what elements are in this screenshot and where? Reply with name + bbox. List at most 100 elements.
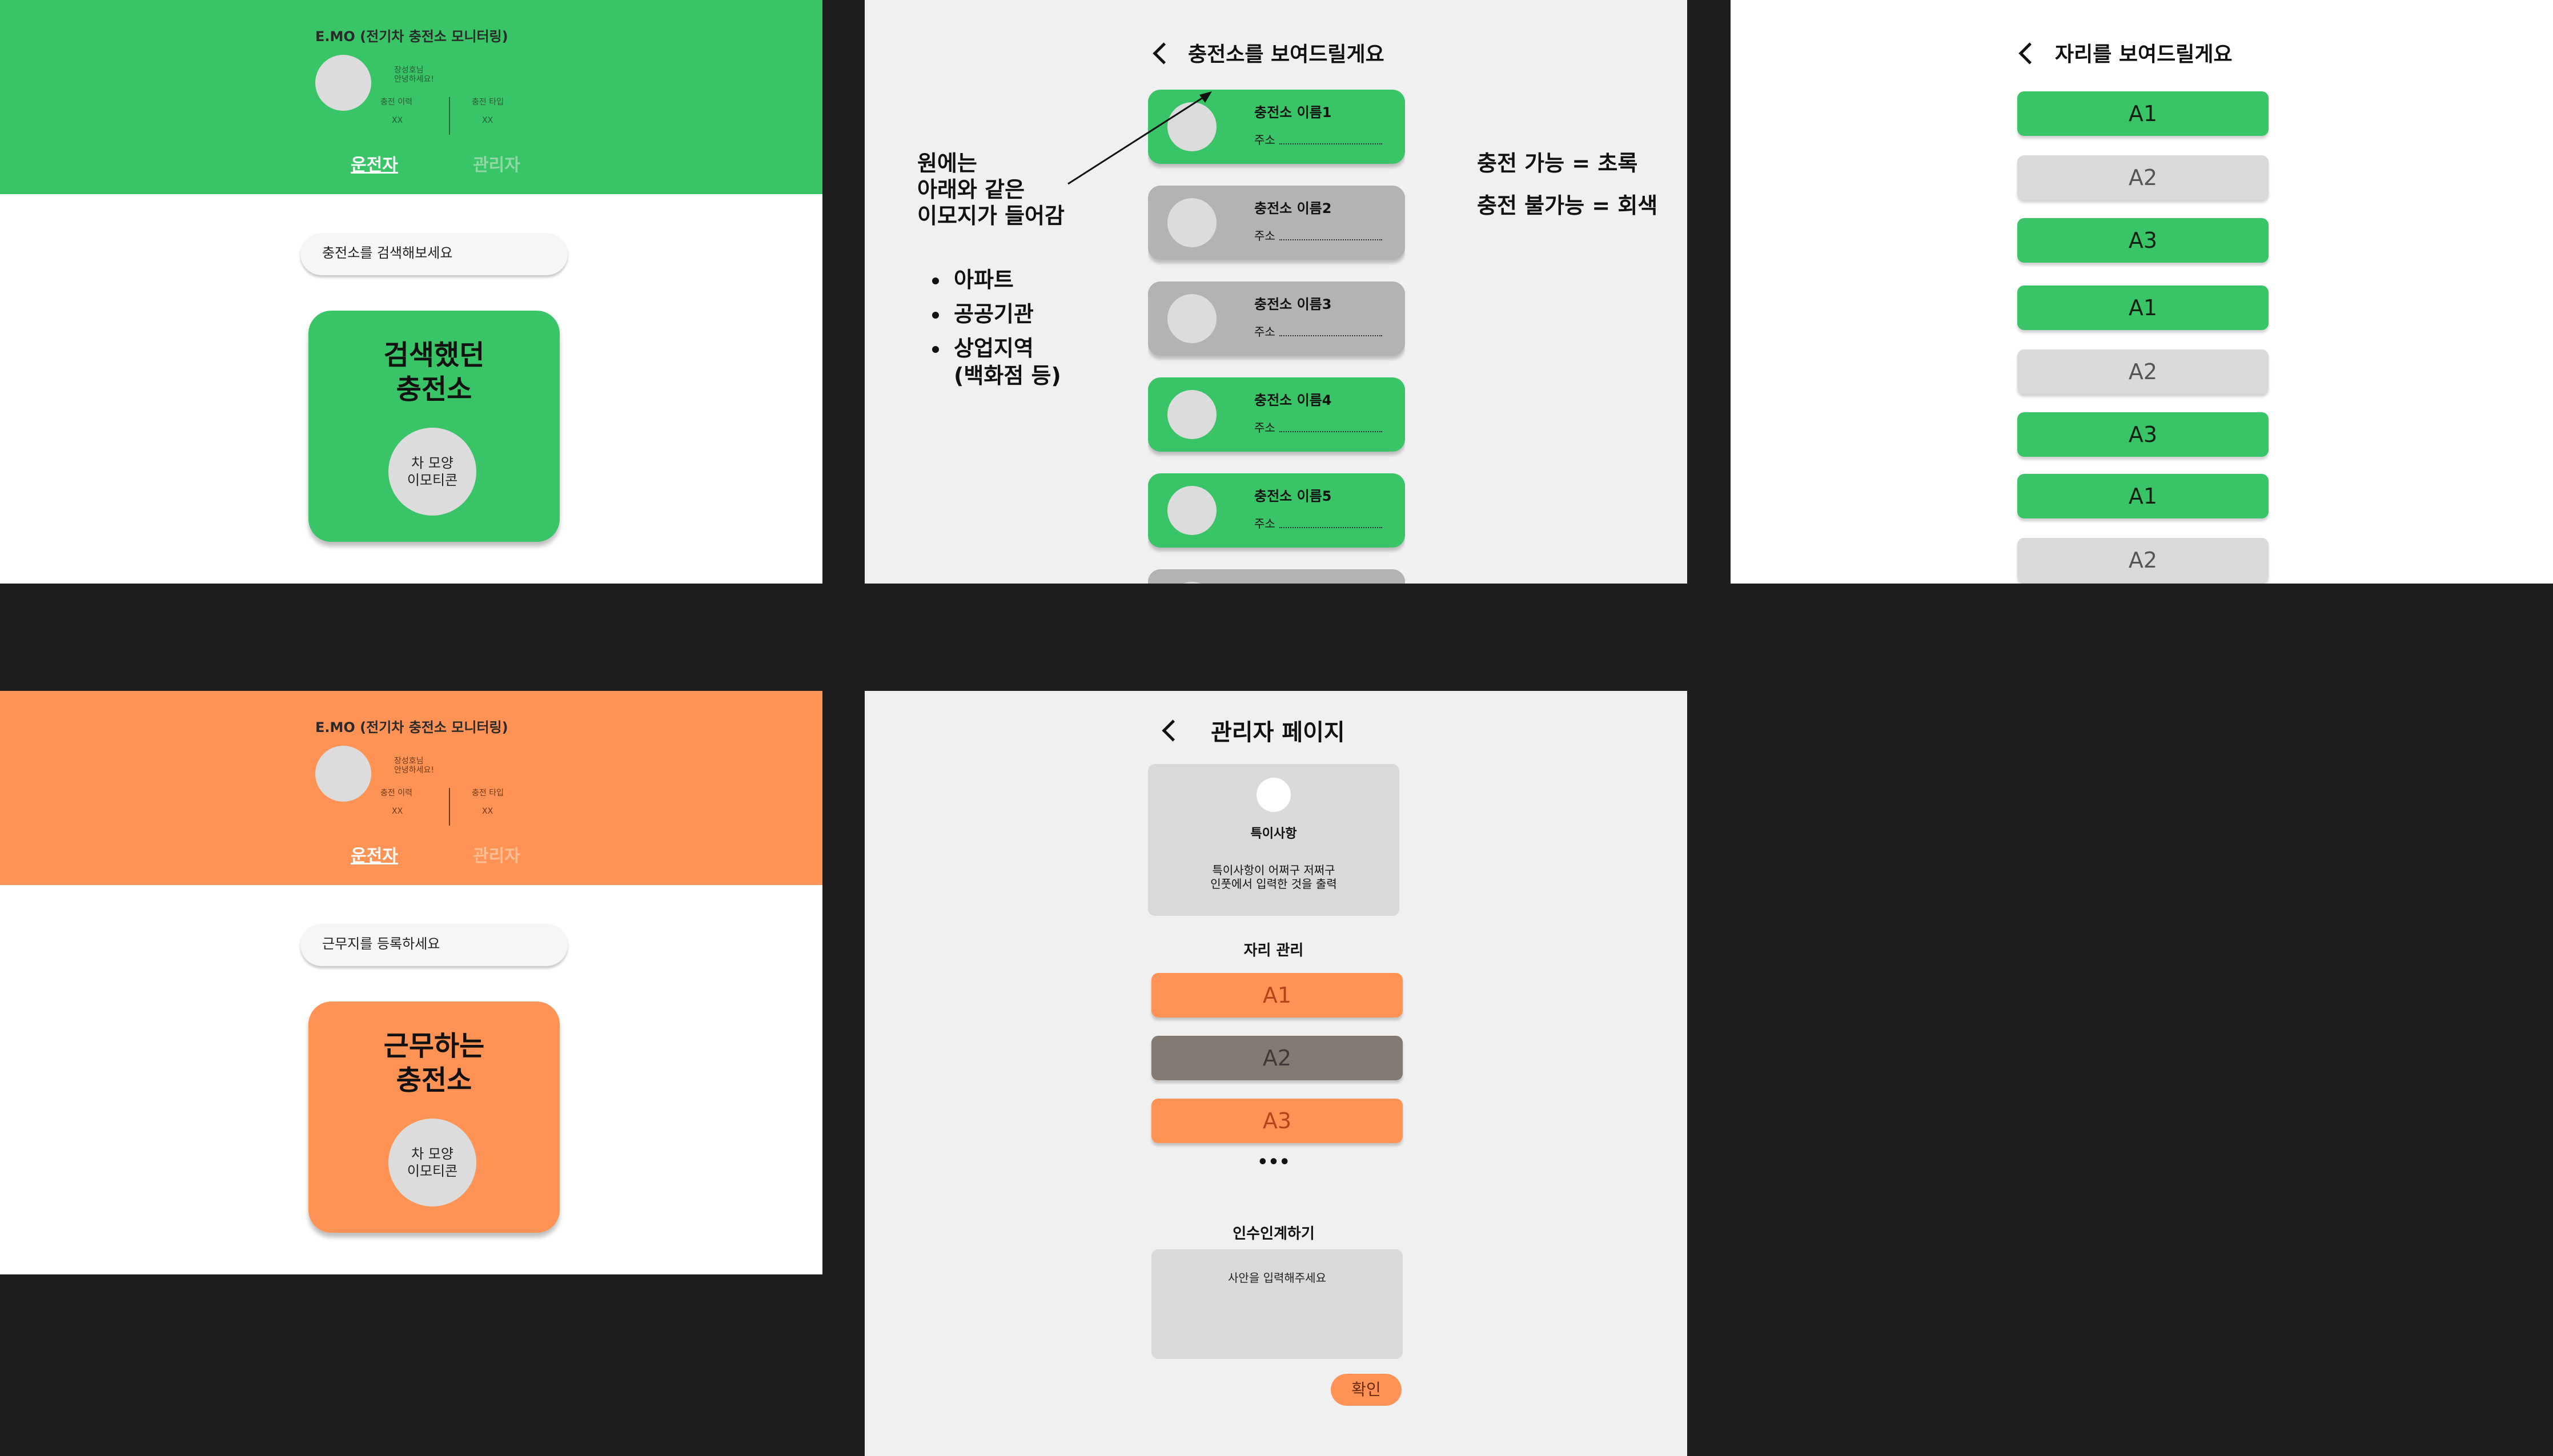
more-icon[interactable]: •••	[1148, 1152, 1399, 1172]
stat-divider	[449, 97, 450, 135]
slot-button[interactable]: A2	[2017, 349, 2269, 394]
stat-charge-type-value: XX	[482, 116, 493, 125]
station-emoji-circle	[1167, 198, 1217, 247]
bullet-dot	[932, 346, 939, 353]
driver-home-screen: E.MO (전기차 충전소 모니터링) 장성호님 안녕하세요! 충전 이력 XX…	[0, 0, 822, 584]
station-list-screen: 충전소를 보여드릴게요 충전소 이름1 주소 충전소 이름2 주소 충전소 이름…	[865, 0, 1687, 584]
admin-slot-button[interactable]: A1	[1151, 973, 1403, 1017]
bullet-text: 공공기관	[954, 301, 1034, 327]
stat-charge-history-value: XX	[392, 807, 403, 816]
workplace-card[interactable]: 근무하는 충전소 차 모양 이모티콘	[308, 1001, 560, 1233]
note-line3: 이모지가 들어감	[917, 203, 1065, 228]
station-card[interactable]: 충전소 이름4 주소	[1148, 377, 1405, 452]
bullet-subtext: (백화점 등)	[954, 363, 1061, 388]
page-title: 관리자 페이지	[1211, 719, 1345, 746]
page-title: 자리를 보여드릴게요	[2055, 43, 2233, 66]
station-address: 주소	[1254, 421, 1275, 435]
legend-unavailable: 충전 불가능 = 회색	[1477, 193, 1658, 218]
notice-line2: 인풋에서 입력한 것을 출력	[1210, 877, 1337, 891]
slot-section-title: 자리 관리	[1243, 942, 1304, 959]
slot-button[interactable]: A1	[2017, 285, 2269, 330]
address-line	[1279, 335, 1382, 336]
admin-home-screen: E.MO (전기차 충전소 모니터링) 장성호님 안녕하세요! 충전 이력 XX…	[0, 691, 822, 1274]
station-card[interactable]: 충전소 이름3 주소	[1148, 281, 1405, 356]
stat-divider	[449, 788, 450, 826]
bullet-dot	[932, 312, 939, 319]
slot-button[interactable]: A3	[2017, 412, 2269, 457]
slot-button[interactable]: A3	[2017, 218, 2269, 263]
handover-textarea[interactable]: 사안을 입력해주세요	[1151, 1249, 1403, 1359]
slot-button[interactable]: A1	[2017, 474, 2269, 518]
slot-button[interactable]: A2	[2017, 155, 2269, 200]
bullet-text: 상업지역	[954, 336, 1034, 361]
bullet-item: 아파트	[929, 266, 1061, 300]
avatar	[315, 746, 371, 802]
stat-charge-type-label: 충전 타입	[472, 98, 504, 107]
station-name: 충전소 이름3	[1254, 296, 1332, 312]
back-chevron-icon[interactable]	[2018, 42, 2041, 65]
stat-charge-type-label: 충전 타입	[472, 789, 504, 798]
search-input[interactable]: 충전소를 검색해보세요	[300, 233, 568, 275]
station-name: 충전소 이름5	[1254, 488, 1332, 504]
card-title-line2: 충전소	[396, 373, 472, 405]
note-line2: 아래와 같은	[917, 177, 1025, 202]
tab-driver[interactable]: 운전자	[351, 842, 398, 867]
address-line	[1279, 239, 1382, 240]
bullet-dot	[932, 277, 939, 284]
annotation-arrow	[1067, 91, 1212, 185]
slot-button[interactable]: A1	[2017, 91, 2269, 136]
tab-driver[interactable]: 운전자	[351, 151, 398, 176]
station-address: 주소	[1254, 229, 1275, 243]
emoji-line2: 이모티콘	[407, 1163, 458, 1179]
station-emoji-circle	[1167, 486, 1217, 535]
station-name: 충전소 이름1	[1254, 104, 1332, 120]
station-card[interactable]: 충전소 이름5 주소	[1148, 473, 1405, 548]
slot-list-screen: 자리를 보여드릴게요 A1 A2 A3 A1 A2 A3 A1 A2	[1731, 0, 2553, 584]
slot-button[interactable]: A2	[2017, 538, 2269, 582]
address-line	[1279, 527, 1382, 528]
tab-admin[interactable]: 관리자	[473, 151, 520, 176]
car-emoji-placeholder: 차 모양 이모티콘	[388, 428, 476, 516]
emoji-category-list: 아파트 공공기관 상업지역 (백화점 등)	[929, 266, 1061, 389]
app-title: E.MO (전기차 충전소 모니터링)	[315, 29, 508, 45]
station-card[interactable]: 충전소 이름2 주소	[1148, 186, 1405, 260]
greeting-line2: 안녕하세요!	[394, 766, 435, 775]
stat-charge-history-label: 충전 이력	[380, 98, 412, 107]
station-emoji-circle	[1167, 294, 1217, 343]
note-line1: 원에는	[917, 151, 977, 176]
address-line	[1279, 431, 1382, 432]
emoji-line1: 차 모양	[411, 1146, 453, 1162]
station-emoji-circle	[1167, 390, 1217, 439]
station-name: 충전소 이름2	[1254, 200, 1332, 216]
admin-slot-button[interactable]: A3	[1151, 1099, 1403, 1143]
admin-slot-button[interactable]: A2	[1151, 1036, 1403, 1080]
workplace-input[interactable]: 근무지를 등록하세요	[300, 924, 568, 966]
emoji-line1: 차 모양	[411, 455, 453, 471]
notice-card: 특이사항 특이사항이 어쩌구 저쩌구 인풋에서 입력한 것을 출력	[1148, 764, 1399, 916]
stat-charge-type-value: XX	[482, 807, 493, 816]
bullet-text: 아파트	[954, 267, 1014, 292]
station-address: 주소	[1254, 133, 1275, 147]
confirm-button[interactable]: 확인	[1331, 1374, 1402, 1406]
card-title-line1: 검색했던	[383, 339, 485, 371]
emoji-line2: 이모티콘	[407, 472, 458, 488]
card-title-line2: 충전소	[396, 1064, 472, 1096]
admin-page-screen: 관리자 페이지 특이사항 특이사항이 어쩌구 저쩌구 인풋에서 입력한 것을 출…	[865, 691, 1687, 1456]
notice-icon-circle	[1257, 778, 1291, 812]
tab-admin[interactable]: 관리자	[473, 842, 520, 867]
address-line	[1279, 143, 1382, 144]
car-emoji-placeholder: 차 모양 이모티콘	[388, 1119, 476, 1206]
handover-placeholder: 사안을 입력해주세요	[1228, 1271, 1326, 1285]
station-address: 주소	[1254, 325, 1275, 339]
recent-stations-card[interactable]: 검색했던 충전소 차 모양 이모티콘	[308, 311, 560, 542]
avatar	[315, 55, 371, 111]
bullet-item: 상업지역	[929, 335, 1061, 362]
handover-title: 인수인계하기	[1233, 1225, 1315, 1242]
back-chevron-icon[interactable]	[1162, 719, 1184, 742]
station-card-partial[interactable]	[1148, 569, 1405, 584]
app-title: E.MO (전기차 충전소 모니터링)	[315, 719, 508, 735]
stat-charge-history-label: 충전 이력	[380, 789, 412, 798]
station-address: 주소	[1254, 517, 1275, 530]
station-emoji-circle	[1167, 582, 1217, 584]
bullet-item: 공공기관	[929, 300, 1061, 335]
